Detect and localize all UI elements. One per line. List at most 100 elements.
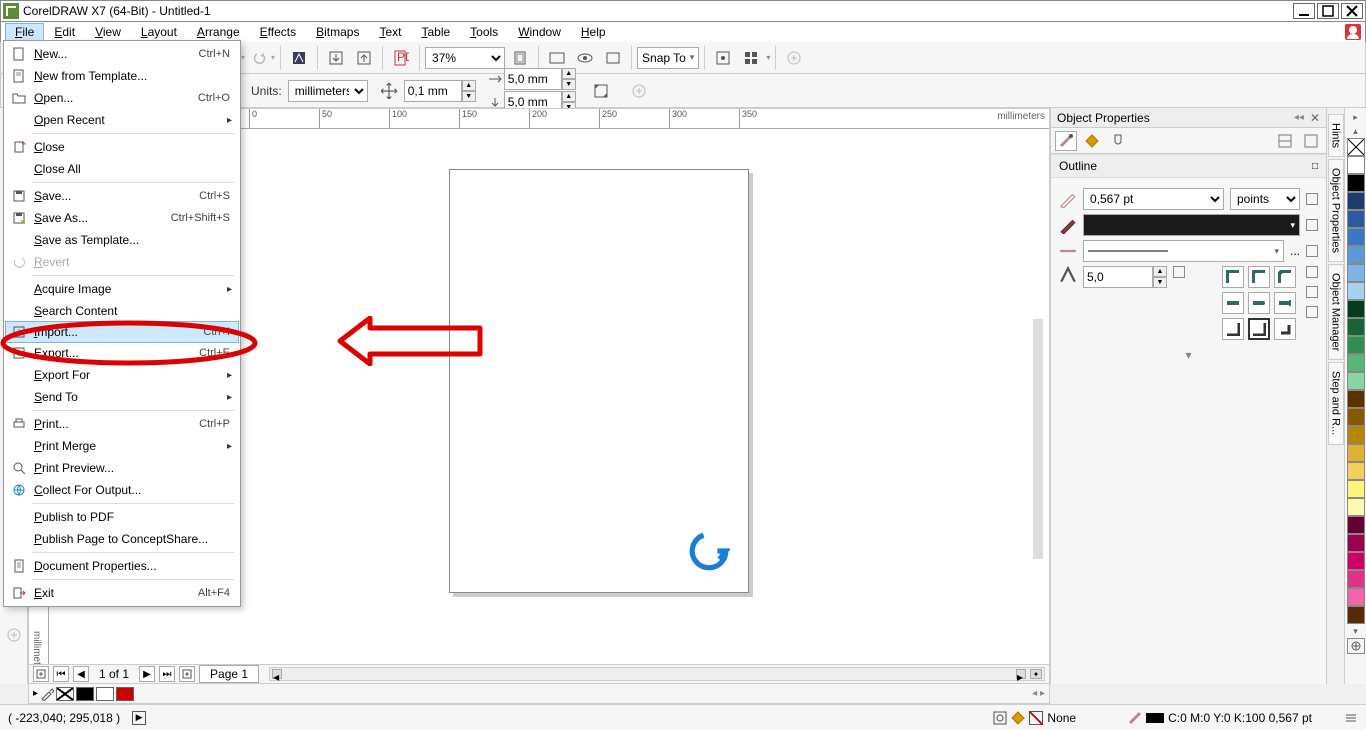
- first-page-icon[interactable]: ⏮: [53, 666, 69, 682]
- color-swatch[interactable]: [1347, 516, 1365, 534]
- dash-more[interactable]: ...: [1290, 244, 1300, 258]
- zoom-page-icon[interactable]: [507, 45, 533, 71]
- file-menu-open-recent[interactable]: Open Recent▸: [6, 109, 238, 131]
- palette-expand-icon[interactable]: ▸: [1347, 110, 1365, 124]
- corner-lock-checkbox[interactable]: [1306, 266, 1318, 278]
- file-menu-document-properties[interactable]: Document Properties...: [6, 555, 238, 577]
- cap-lock-checkbox[interactable]: [1306, 286, 1318, 298]
- outline-color-picker[interactable]: ▾: [1083, 214, 1300, 236]
- miter-lock-checkbox[interactable]: [1173, 266, 1185, 278]
- color-swatch[interactable]: [1347, 174, 1365, 192]
- file-menu-export-for[interactable]: Export For▸: [6, 364, 238, 386]
- last-page-icon[interactable]: ⏭: [159, 666, 175, 682]
- palette-up-icon[interactable]: ▴: [1347, 124, 1365, 138]
- color-swatch[interactable]: [1347, 318, 1365, 336]
- file-menu-publish-to-pdf[interactable]: Publish to PDF: [6, 506, 238, 528]
- palette-down-icon[interactable]: ▾: [1347, 624, 1365, 638]
- tab-mode-icon[interactable]: [1300, 131, 1322, 151]
- color-swatch[interactable]: [1347, 390, 1365, 408]
- color-swatch[interactable]: [1347, 408, 1365, 426]
- docker-collapse-icon[interactable]: ◂◂: [1294, 112, 1304, 123]
- cap-square[interactable]: [1222, 292, 1244, 314]
- color-swatch[interactable]: [1347, 336, 1365, 354]
- zoom-combo[interactable]: 37%: [425, 47, 505, 69]
- app-launcher-icon[interactable]: [738, 45, 764, 71]
- file-menu-import[interactable]: Import...Ctrl+I: [5, 321, 239, 343]
- pos-outside[interactable]: [1222, 318, 1244, 340]
- file-menu-collect-for-output[interactable]: Collect For Output...: [6, 479, 238, 501]
- file-menu-close[interactable]: Close: [6, 136, 238, 158]
- redo-icon[interactable]: [247, 45, 273, 71]
- page-canvas[interactable]: [449, 169, 749, 593]
- nudge-field[interactable]: [404, 80, 462, 102]
- color-swatch[interactable]: [1347, 480, 1365, 498]
- maximize-button[interactable]: [1317, 3, 1339, 19]
- color-swatch[interactable]: [1347, 210, 1365, 228]
- file-menu-search-content[interactable]: Search Content: [6, 300, 238, 322]
- color-swatch[interactable]: [1347, 228, 1365, 246]
- color-swatch[interactable]: [1347, 192, 1365, 210]
- vtab-step-and-r-[interactable]: Step and R...: [1328, 362, 1344, 444]
- doc-palette-expand-icon[interactable]: ◂ ▸: [1032, 688, 1045, 699]
- color-swatch[interactable]: [1347, 462, 1365, 480]
- color-lock-checkbox[interactable]: [1306, 219, 1318, 231]
- customize-add-icon2[interactable]: [626, 78, 652, 104]
- file-menu-print-preview[interactable]: Print Preview...: [6, 457, 238, 479]
- search-content-icon[interactable]: [286, 45, 312, 71]
- menu-table[interactable]: Table: [411, 23, 460, 41]
- menu-effects[interactable]: Effects: [250, 23, 306, 41]
- color-swatch[interactable]: [1347, 552, 1365, 570]
- no-fill-swatch[interactable]: [56, 687, 74, 701]
- next-page-icon[interactable]: ▶: [139, 666, 155, 682]
- corner-miter[interactable]: [1222, 266, 1244, 288]
- color-swatch[interactable]: [1347, 498, 1365, 516]
- menu-tools[interactable]: Tools: [460, 23, 508, 41]
- prev-page-icon[interactable]: ◀: [73, 666, 89, 682]
- file-menu-export[interactable]: Export...Ctrl+E: [6, 342, 238, 364]
- color-swatch[interactable]: [1347, 534, 1365, 552]
- publish-pdf-icon[interactable]: PDF: [388, 45, 414, 71]
- menu-layout[interactable]: Layout: [131, 23, 187, 41]
- color-swatch[interactable]: [1347, 426, 1365, 444]
- fill-tab-icon[interactable]: [1081, 131, 1103, 151]
- file-menu-save-as[interactable]: Save As...Ctrl+Shift+S: [6, 207, 238, 229]
- menu-view[interactable]: View: [85, 23, 131, 41]
- color-swatch[interactable]: [1347, 588, 1365, 606]
- color-swatch[interactable]: [1347, 444, 1365, 462]
- import-icon[interactable]: [323, 45, 349, 71]
- color-swatch[interactable]: [1347, 156, 1365, 174]
- preview-icon[interactable]: [572, 45, 598, 71]
- pos-lock-checkbox[interactable]: [1306, 306, 1318, 318]
- page-tab[interactable]: Page 1: [199, 665, 259, 683]
- color-swatch[interactable]: [1347, 264, 1365, 282]
- file-menu-save-as-template[interactable]: Save as Template...: [6, 229, 238, 251]
- color-swatch[interactable]: [1347, 282, 1365, 300]
- expand-icon[interactable]: ▾: [1059, 348, 1318, 362]
- cap-round[interactable]: [1248, 292, 1270, 314]
- file-menu-open[interactable]: Open...Ctrl+O: [6, 87, 238, 109]
- treat-as-filled-icon[interactable]: [588, 78, 614, 104]
- options-icon[interactable]: [710, 45, 736, 71]
- menu-arrange[interactable]: Arrange: [187, 23, 250, 41]
- corner-bevel[interactable]: [1274, 266, 1296, 288]
- vertical-scrollbar[interactable]: [1033, 319, 1043, 559]
- no-color-swatch[interactable]: [1347, 138, 1365, 156]
- menu-window[interactable]: Window: [508, 23, 571, 41]
- eyedropper-icon[interactable]: [40, 687, 54, 701]
- palette-more-icon[interactable]: [1347, 638, 1365, 654]
- color-swatch[interactable]: [1347, 300, 1365, 318]
- file-menu-print[interactable]: Print...Ctrl+P: [6, 413, 238, 435]
- docker-close-icon[interactable]: ✕: [1310, 111, 1320, 125]
- palette-menu-icon[interactable]: ▸: [33, 688, 38, 699]
- color-swatch[interactable]: [1347, 372, 1365, 390]
- color-swatch[interactable]: [1347, 606, 1365, 624]
- file-menu-exit[interactable]: ExitAlt+F4: [6, 582, 238, 604]
- vtab-object-manager[interactable]: Object Manager: [1328, 264, 1344, 360]
- doc-color-swatch[interactable]: [116, 687, 134, 701]
- file-menu-close-all[interactable]: Close All: [6, 158, 238, 180]
- width-lock-checkbox[interactable]: [1306, 193, 1318, 205]
- file-menu-publish-page-to-conceptshare[interactable]: Publish Page to ConceptShare...: [6, 528, 238, 550]
- color-swatch[interactable]: [1347, 246, 1365, 264]
- corner-round[interactable]: [1248, 266, 1270, 288]
- cap-extended[interactable]: [1274, 292, 1296, 314]
